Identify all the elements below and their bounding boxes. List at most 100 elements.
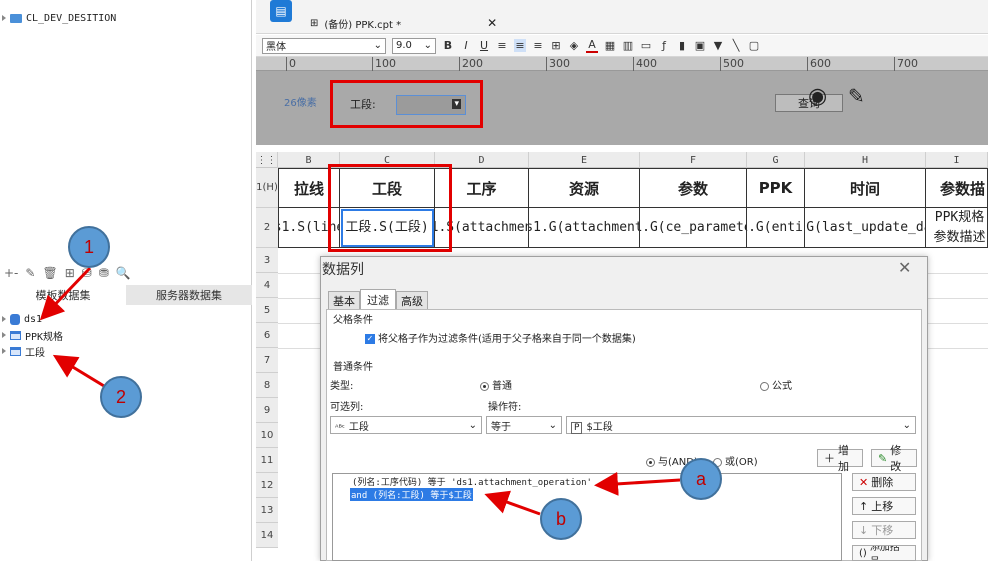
fill-color-icon[interactable]: ◈ [568, 39, 580, 52]
button-label: 增加 [838, 444, 849, 473]
add-button[interactable]: ＋增加 [817, 444, 863, 473]
header-cell[interactable]: 参数描 [926, 168, 988, 208]
row-header[interactable]: 14 [256, 523, 278, 548]
database-icon[interactable]: ⛁ [82, 266, 92, 280]
font-select[interactable]: 黑体 ⌄ [262, 37, 386, 54]
file-tab[interactable]: ⊞ (备份) PPK.cpt * ✕ [310, 14, 497, 32]
row-header[interactable]: 4 [256, 273, 278, 298]
expand-icon[interactable] [2, 332, 6, 338]
pencil-icon[interactable]: ✎ [848, 84, 865, 108]
data-cell[interactable]: ds1.G(entiret [747, 208, 805, 248]
column-select[interactable]: ᴬᴮᶜ 工段 ⌄ [330, 416, 482, 434]
app-logo-icon[interactable]: ▤ [270, 0, 292, 22]
column-header[interactable]: G [747, 152, 805, 168]
tab-basic[interactable]: 基本 [328, 291, 360, 309]
row-header[interactable]: 10 [256, 423, 278, 448]
header-cell[interactable]: PPK [747, 168, 805, 208]
dataset-item-section[interactable]: 工段 [0, 343, 252, 359]
tab-advanced[interactable]: 高级 [396, 291, 428, 309]
align-left-icon[interactable]: ≡ [496, 39, 508, 52]
modify-button[interactable]: ✎ 修改 [871, 444, 917, 473]
data-cell[interactable]: ds1.G(last_update_date) [805, 208, 926, 248]
row-header[interactable]: 2 [256, 208, 278, 248]
formula-icon[interactable]: ƒ [658, 39, 670, 52]
expand-icon[interactable] [2, 348, 6, 354]
font-color-icon[interactable]: A [586, 38, 598, 53]
condition-item[interactable]: (列名:工序代码) 等于 'ds1.attachment_operation' [352, 475, 592, 488]
text-icon[interactable]: ▭ [640, 39, 652, 52]
dataset-item-ppk[interactable]: PPK规格 [0, 327, 252, 343]
section-label: 父格条件 [333, 315, 373, 326]
expand-icon[interactable] [2, 316, 6, 322]
tree-item-root[interactable]: CL_DEV_DESITION [0, 10, 116, 26]
annotation-bubble-b: b [540, 498, 582, 540]
header-cell[interactable]: 资源 [529, 168, 640, 208]
underline-button[interactable]: U [478, 39, 490, 52]
move-up-button[interactable]: ↑ 上移 [852, 497, 916, 515]
edit-icon[interactable]: ✎ [25, 266, 35, 280]
tab-filter[interactable]: 过滤 [360, 289, 396, 309]
database-settings-icon[interactable]: ⛃ [99, 266, 109, 280]
search-icon[interactable]: 🔍 [116, 266, 131, 280]
data-cell[interactable]: ds1.G(ce_parameter) [640, 208, 747, 248]
expand-icon[interactable] [2, 15, 6, 21]
align-right-icon[interactable]: ≡ [532, 39, 544, 52]
arrow-up-icon: ↑ [859, 499, 869, 513]
parent-filter-checkbox[interactable]: ✓ 将父格子作为过滤条件(适用于父子格来自于同一个数据集) [365, 330, 636, 345]
column-header[interactable]: E [529, 152, 640, 168]
add-dataset-icon[interactable]: +- [4, 266, 18, 280]
widget-icon[interactable]: ▼ [712, 39, 724, 52]
radio-formula[interactable]: 公式 [760, 377, 792, 392]
radio-or[interactable]: 或(OR) [713, 453, 758, 468]
chevron-down-icon: ⌄ [902, 419, 911, 431]
row-header[interactable]: 5 [256, 298, 278, 323]
row-header[interactable]: 11 [256, 448, 278, 473]
tab-template-dataset[interactable]: 模板数据集 [0, 285, 126, 305]
chart-icon[interactable]: ▮ [676, 39, 688, 52]
align-center-icon[interactable]: ≡ [514, 39, 526, 52]
tab-server-dataset[interactable]: 服务器数据集 [126, 285, 252, 305]
dataset-toolbar: +- ✎ 🗑 ⊞ ⛁ ⛃ 🔍 [0, 263, 252, 283]
value-select[interactable]: P $工段 ⌄ [566, 416, 916, 434]
data-cell[interactable]: PPK规格参数描述 [926, 208, 988, 248]
column-header[interactable]: F [640, 152, 747, 168]
header-cell[interactable]: 参数 [640, 168, 747, 208]
preview-icon[interactable]: ⊞ [65, 266, 75, 280]
data-cell[interactable]: ds1.G(attachment_ [529, 208, 640, 248]
delete-button[interactable]: ✕ 删除 [852, 473, 916, 491]
database-icon [10, 313, 20, 325]
row-header[interactable]: 6 [256, 323, 278, 348]
border-icon[interactable]: ⊞ [550, 39, 562, 52]
slash-icon[interactable]: ╲ [730, 39, 742, 52]
frame-icon[interactable]: ▢ [748, 39, 760, 52]
row-header[interactable]: 13 [256, 498, 278, 523]
image-icon[interactable]: ▣ [694, 39, 706, 52]
font-size-select[interactable]: 9.0 ⌄ [392, 37, 436, 54]
delete-icon[interactable]: 🗑 [42, 266, 57, 280]
ruler-tick: 200 [459, 57, 483, 71]
move-down-button[interactable]: ↓ 下移 [852, 521, 916, 539]
eye-off-icon[interactable]: ◉ [808, 84, 827, 109]
dataset-item-ds1[interactable]: ds1 [0, 311, 252, 327]
corner-cell[interactable]: ⋮⋮ [256, 152, 278, 168]
parameter-icon: P [571, 421, 583, 434]
close-icon[interactable]: ✕ [487, 16, 497, 30]
row-header[interactable]: 7 [256, 348, 278, 373]
format-icon[interactable]: ▦ [604, 39, 616, 52]
add-bracket-button[interactable]: ()添加括号 [852, 545, 916, 561]
header-cell[interactable]: 时间 [805, 168, 926, 208]
column-header[interactable]: H [805, 152, 926, 168]
row-header[interactable]: 3 [256, 248, 278, 273]
row-header[interactable]: 1(H) [256, 168, 278, 208]
row-header[interactable]: 8 [256, 373, 278, 398]
close-icon[interactable]: ✕ [898, 258, 911, 277]
italic-button[interactable]: I [460, 39, 472, 52]
radio-normal[interactable]: 普通 [480, 377, 512, 392]
column-header[interactable]: I [926, 152, 988, 168]
operator-select[interactable]: 等于 ⌄ [486, 416, 562, 434]
row-header[interactable]: 12 [256, 473, 278, 498]
row-header[interactable]: 9 [256, 398, 278, 423]
condition-item-selected[interactable]: and (列名:工段) 等于$工段 [350, 488, 473, 501]
merge-icon[interactable]: ▥ [622, 39, 634, 52]
bold-button[interactable]: B [442, 39, 454, 52]
